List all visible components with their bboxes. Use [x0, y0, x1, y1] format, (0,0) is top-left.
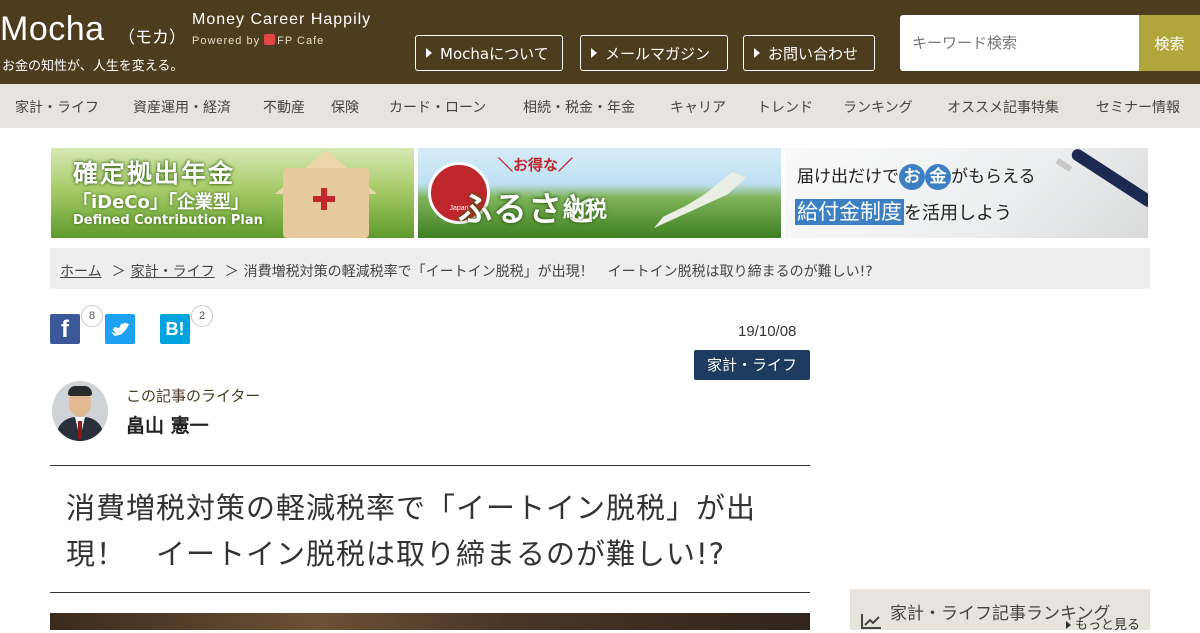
kyufukin-banner-line1: 届け出だけでお金がもらえる: [797, 162, 1036, 190]
facebook-share-count: 8: [81, 305, 103, 327]
nav-item-featured[interactable]: オススメ記事特集: [947, 97, 1059, 117]
kyufukin-banner-line2: 給付金制度 を活用しよう: [795, 199, 1012, 225]
kyufukin-banner[interactable]: 届け出だけでお金がもらえる 給付金制度 を活用しよう: [785, 148, 1148, 238]
title-top-divider: [50, 465, 810, 466]
article-hero-image: [50, 613, 810, 630]
site-logo[interactable]: Mocha: [0, 10, 105, 49]
pen-icon: [1069, 148, 1148, 210]
tagline-jp: お金の知性が、人生を変える。: [2, 59, 184, 74]
nav-item-ranking[interactable]: ランキング: [843, 97, 913, 117]
furusato-banner-subtitle: 納税: [563, 198, 608, 223]
contact-button[interactable]: お問い合わせ: [743, 35, 875, 71]
article-title: 消費増税対策の軽減税率で「イートイン脱税」が出現！ イートイン脱税は取り締まるの…: [66, 491, 757, 571]
nav-item-real-estate[interactable]: 不動産: [263, 97, 305, 117]
pen-tip-icon: [1055, 158, 1073, 172]
japan-map-icon: [654, 172, 746, 228]
breadcrumb-category[interactable]: 家計・ライフ: [131, 264, 215, 280]
powered-by: Powered by FP Cafe: [192, 34, 325, 47]
powered-brand: FP Cafe: [277, 35, 325, 47]
nav-item-kakei-life[interactable]: 家計・ライフ: [15, 97, 99, 117]
ideco-banner-english: Defined Contribution Plan: [73, 213, 263, 228]
site-header: Mocha （モカ） Money Career Happily Powered …: [0, 0, 1200, 84]
mail-magazine-button[interactable]: メールマガジン: [580, 35, 728, 71]
nav-item-investment[interactable]: 資産運用・経済: [133, 97, 231, 117]
hatena-bookmark-button[interactable]: B!: [160, 314, 190, 344]
category-nav: 家計・ライフ 資産運用・経済 不動産 保険 カード・ローン 相続・税金・年金 キ…: [0, 84, 1200, 128]
triangle-right-icon: [754, 48, 760, 58]
facebook-icon: f: [61, 316, 69, 343]
triangle-right-icon: [1066, 621, 1071, 629]
title-bottom-divider: [50, 592, 810, 593]
red-cross-icon: [313, 188, 335, 210]
nav-item-career[interactable]: キャリア: [670, 97, 726, 117]
publish-date: 19/10/08: [738, 323, 797, 340]
triangle-right-icon: [426, 48, 432, 58]
about-mocha-button[interactable]: Mochaについて: [415, 35, 563, 71]
facebook-share-button[interactable]: f: [50, 314, 80, 344]
nav-item-trend[interactable]: トレンド: [757, 97, 813, 117]
logo-kana: （モカ）: [118, 28, 186, 48]
triangle-right-icon: [591, 48, 597, 58]
writer-name[interactable]: 畠山 憲一: [126, 411, 209, 438]
hatena-icon: B!: [165, 319, 185, 339]
nav-item-seminar[interactable]: セミナー情報: [1096, 97, 1180, 117]
hatena-bookmark-count: 2: [191, 305, 213, 327]
breadcrumb: ホーム＞家計・ライフ＞消費増税対策の軽減税率で「イートイン脱税」が出現！ イート…: [50, 248, 1150, 289]
category-badge[interactable]: 家計・ライフ: [694, 350, 810, 380]
writer-avatar[interactable]: [52, 381, 108, 441]
tagline-en: Money Career Happily: [192, 11, 372, 28]
ideco-banner-subtitle: 「iDeCo」「企業型」: [73, 192, 249, 213]
furusato-banner-kicker: ＼お得な／: [498, 156, 574, 174]
search-button[interactable]: 検索: [1139, 15, 1200, 71]
breadcrumb-home[interactable]: ホーム: [60, 264, 102, 280]
nav-item-card-loan[interactable]: カード・ローン: [389, 97, 486, 117]
ideco-banner[interactable]: 確定拠出年金 「iDeCo」「企業型」 Defined Contribution…: [51, 148, 414, 238]
ranking-widget: 家計・ライフ記事ランキング もっと見る: [850, 589, 1150, 633]
trend-chart-icon: [861, 614, 881, 629]
twitter-share-button[interactable]: [105, 314, 135, 344]
nav-item-insurance[interactable]: 保険: [331, 97, 359, 117]
search-input[interactable]: [900, 15, 1140, 71]
furusato-banner[interactable]: Japan ＼お得な／ ふるさと 納税: [418, 148, 781, 238]
fpcafe-icon: [264, 34, 276, 45]
ranking-more-link[interactable]: もっと見る: [1066, 614, 1140, 633]
twitter-bird-icon: [111, 322, 129, 336]
breadcrumb-current: 消費増税対策の軽減税率で「イートイン脱税」が出現！ イートイン脱税は取り締まるの…: [243, 264, 873, 280]
writer-label: この記事のライター: [126, 387, 261, 405]
ideco-banner-title: 確定拠出年金: [73, 159, 236, 188]
nav-item-inheritance-tax-pension[interactable]: 相続・税金・年金: [523, 97, 635, 117]
